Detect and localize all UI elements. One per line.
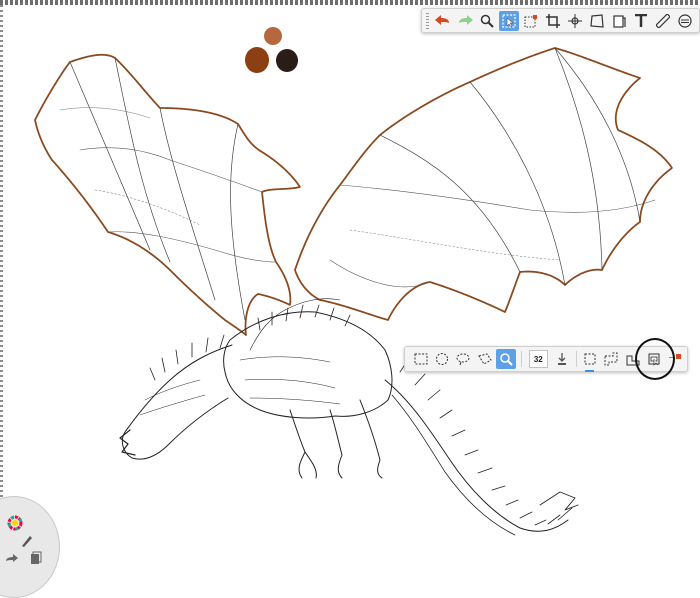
dragon-body bbox=[119, 298, 579, 536]
redo-icon[interactable] bbox=[2, 549, 22, 569]
ellipse-select-icon[interactable] bbox=[432, 349, 451, 369]
right-wing bbox=[294, 47, 673, 321]
drawing-canvas[interactable] bbox=[0, 0, 700, 569]
poly-select-icon[interactable] bbox=[475, 349, 494, 369]
color-swatch-dark[interactable] bbox=[276, 49, 298, 72]
ruler-icon[interactable] bbox=[653, 11, 673, 31]
zoom-icon[interactable] bbox=[477, 11, 497, 31]
symmetry-icon[interactable] bbox=[565, 11, 585, 31]
redo-icon[interactable] bbox=[455, 11, 475, 31]
toolbar-separator bbox=[576, 351, 578, 367]
rect-select-icon[interactable] bbox=[411, 349, 430, 369]
color-swatch-mid[interactable] bbox=[245, 47, 269, 73]
color-wheel-icon[interactable] bbox=[5, 513, 25, 533]
select-icon[interactable] bbox=[499, 10, 519, 31]
toolbar-grip[interactable] bbox=[426, 12, 429, 29]
layer-icon[interactable] bbox=[609, 11, 629, 31]
new-selection-icon[interactable] bbox=[580, 349, 599, 372]
magic-wand-icon[interactable] bbox=[496, 349, 516, 369]
brush-size-value[interactable]: 32 bbox=[528, 350, 549, 368]
copy-icon[interactable] bbox=[26, 548, 46, 568]
main-toolbar bbox=[421, 8, 700, 33]
crop-icon[interactable] bbox=[543, 11, 563, 31]
fill-icon[interactable] bbox=[552, 349, 571, 369]
left-wing bbox=[34, 53, 301, 336]
undo-icon[interactable] bbox=[433, 11, 453, 31]
color-swatch-light[interactable] bbox=[264, 27, 282, 45]
subtract-selection-icon[interactable] bbox=[623, 349, 642, 369]
lasso-select-icon[interactable] bbox=[454, 349, 473, 369]
add-selection-icon[interactable] bbox=[602, 349, 621, 369]
perspective-icon[interactable] bbox=[587, 11, 607, 31]
text-icon[interactable] bbox=[631, 11, 651, 31]
selection-toolbar: 32 bbox=[404, 346, 688, 372]
color-indicator-icon[interactable] bbox=[666, 349, 685, 369]
active-mode-indicator bbox=[585, 370, 595, 372]
intersect-selection-icon[interactable] bbox=[644, 349, 663, 369]
steady-stroke-icon[interactable] bbox=[675, 11, 695, 31]
transform-icon[interactable] bbox=[521, 11, 541, 31]
toolbar-separator bbox=[520, 351, 522, 367]
